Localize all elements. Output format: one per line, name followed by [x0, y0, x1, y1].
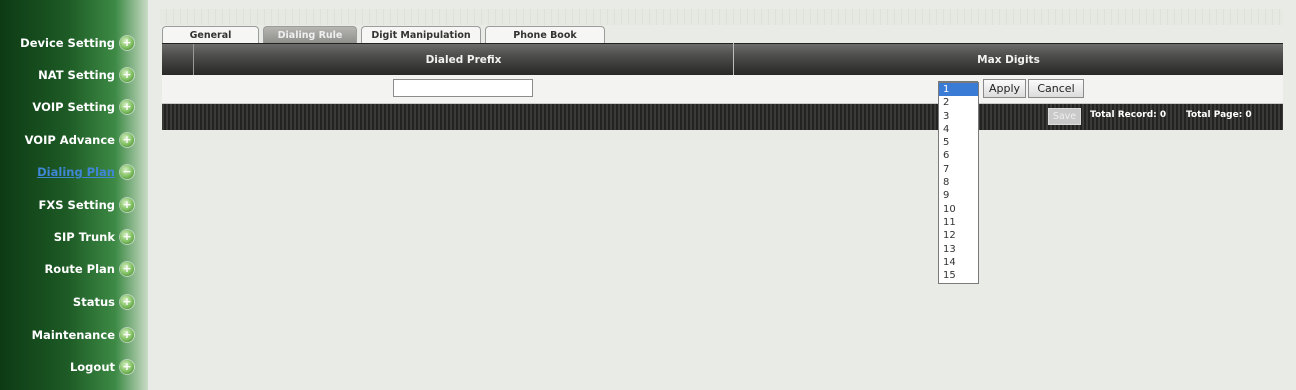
cancel-button[interactable]: Cancel [1028, 79, 1084, 98]
sidebar-item-dialing-plan[interactable]: Dialing Plan − [37, 161, 134, 183]
max-digits-option[interactable]: 6 [939, 149, 978, 162]
sidebar-item-sip-trunk[interactable]: SIP Trunk + [54, 226, 134, 248]
minus-circle-icon: − [120, 165, 134, 179]
max-digits-option[interactable]: 4 [939, 123, 978, 136]
max-digits-option[interactable]: 15 [939, 269, 978, 282]
table-footer: Save Total Record: 0 Total Page: 0 [162, 104, 1283, 130]
dialing-rule-table: Dialed Prefix Max Digits Apply Cancel Sa… [162, 43, 1283, 130]
sidebar-item-label: SIP Trunk [53, 230, 115, 244]
sidebar-item-route-plan[interactable]: Route Plan + [44, 258, 134, 280]
sidebar-item-label: Maintenance [31, 328, 115, 342]
plus-circle-icon: + [120, 198, 134, 212]
total-record-text: Total Record: 0 [1090, 110, 1167, 120]
tab-dialing-rule[interactable]: Dialing Rule [263, 26, 357, 43]
dialed-prefix-input[interactable] [393, 79, 533, 97]
plus-circle-icon: + [120, 36, 134, 50]
sidebar-item-label: VOIP Setting [32, 100, 115, 114]
max-digits-option[interactable]: 13 [939, 243, 978, 256]
max-digits-option[interactable]: 5 [939, 136, 978, 149]
max-digits-option[interactable]: 9 [939, 189, 978, 202]
plus-circle-icon: + [120, 133, 134, 147]
sidebar-item-label: Dialing Plan [37, 165, 115, 179]
sidebar-item-label: NAT Setting [38, 68, 115, 82]
sidebar-item-label: Device Setting [20, 36, 115, 50]
tab-bar: General Dialing Rule Digit Manipulation … [162, 26, 609, 43]
sidebar-item-label: VOIP Advance [24, 133, 115, 147]
tab-phone-book[interactable]: Phone Book [485, 26, 605, 43]
total-page-text: Total Page: 0 [1186, 110, 1252, 120]
apply-button[interactable]: Apply [983, 79, 1026, 98]
plus-circle-icon: + [120, 295, 134, 309]
sidebar-item-logout[interactable]: Logout + [70, 356, 134, 378]
max-digits-options-list: 1 2 3 4 5 6 7 8 9 10 11 12 13 14 15 [938, 82, 979, 284]
sidebar-item-label: Logout [69, 360, 115, 374]
column-header-dialed-prefix: Dialed Prefix [425, 54, 502, 66]
max-digits-option[interactable]: 2 [939, 96, 978, 109]
tab-digit-manipulation[interactable]: Digit Manipulation [361, 26, 481, 43]
max-digits-option[interactable]: 7 [939, 163, 978, 176]
plus-circle-icon: + [120, 262, 134, 276]
max-digits-option[interactable]: 3 [939, 110, 978, 123]
max-digits-option[interactable]: 12 [939, 229, 978, 242]
max-digits-option[interactable]: 14 [939, 256, 978, 269]
sidebar-item-maintenance[interactable]: Maintenance + [32, 324, 134, 346]
plus-circle-icon: + [120, 328, 134, 342]
sidebar-item-fxs-setting[interactable]: FXS Setting + [39, 194, 134, 216]
sidebar-item-label: FXS Setting [38, 198, 115, 212]
top-banner-strip [160, 9, 1283, 25]
sidebar-item-device-setting[interactable]: Device Setting + [20, 32, 134, 54]
max-digits-option[interactable]: 8 [939, 176, 978, 189]
plus-circle-icon: + [120, 100, 134, 114]
table-row: Apply Cancel [162, 75, 1283, 104]
tab-general[interactable]: General [162, 26, 259, 43]
max-digits-option[interactable]: 1 [939, 83, 978, 97]
sidebar-item-label: Route Plan [44, 262, 115, 276]
sidebar-item-status[interactable]: Status + [73, 291, 134, 313]
plus-circle-icon: + [120, 230, 134, 244]
sidebar-item-nat-setting[interactable]: NAT Setting + [38, 64, 134, 86]
sidebar-item-voip-advance[interactable]: VOIP Advance + [25, 129, 134, 151]
header-select-column [162, 44, 194, 76]
max-digits-option[interactable]: 10 [939, 203, 978, 216]
max-digits-option[interactable]: 11 [939, 216, 978, 229]
sidebar-nav: Device Setting + NAT Setting + VOIP Sett… [0, 0, 148, 390]
sidebar-item-voip-setting[interactable]: VOIP Setting + [32, 96, 134, 118]
plus-circle-icon: + [120, 360, 134, 374]
sidebar-item-label: Status [72, 295, 115, 309]
table-header: Dialed Prefix Max Digits [162, 43, 1283, 76]
save-button[interactable]: Save [1048, 108, 1081, 125]
plus-circle-icon: + [120, 68, 134, 82]
column-header-max-digits: Max Digits [977, 54, 1040, 66]
